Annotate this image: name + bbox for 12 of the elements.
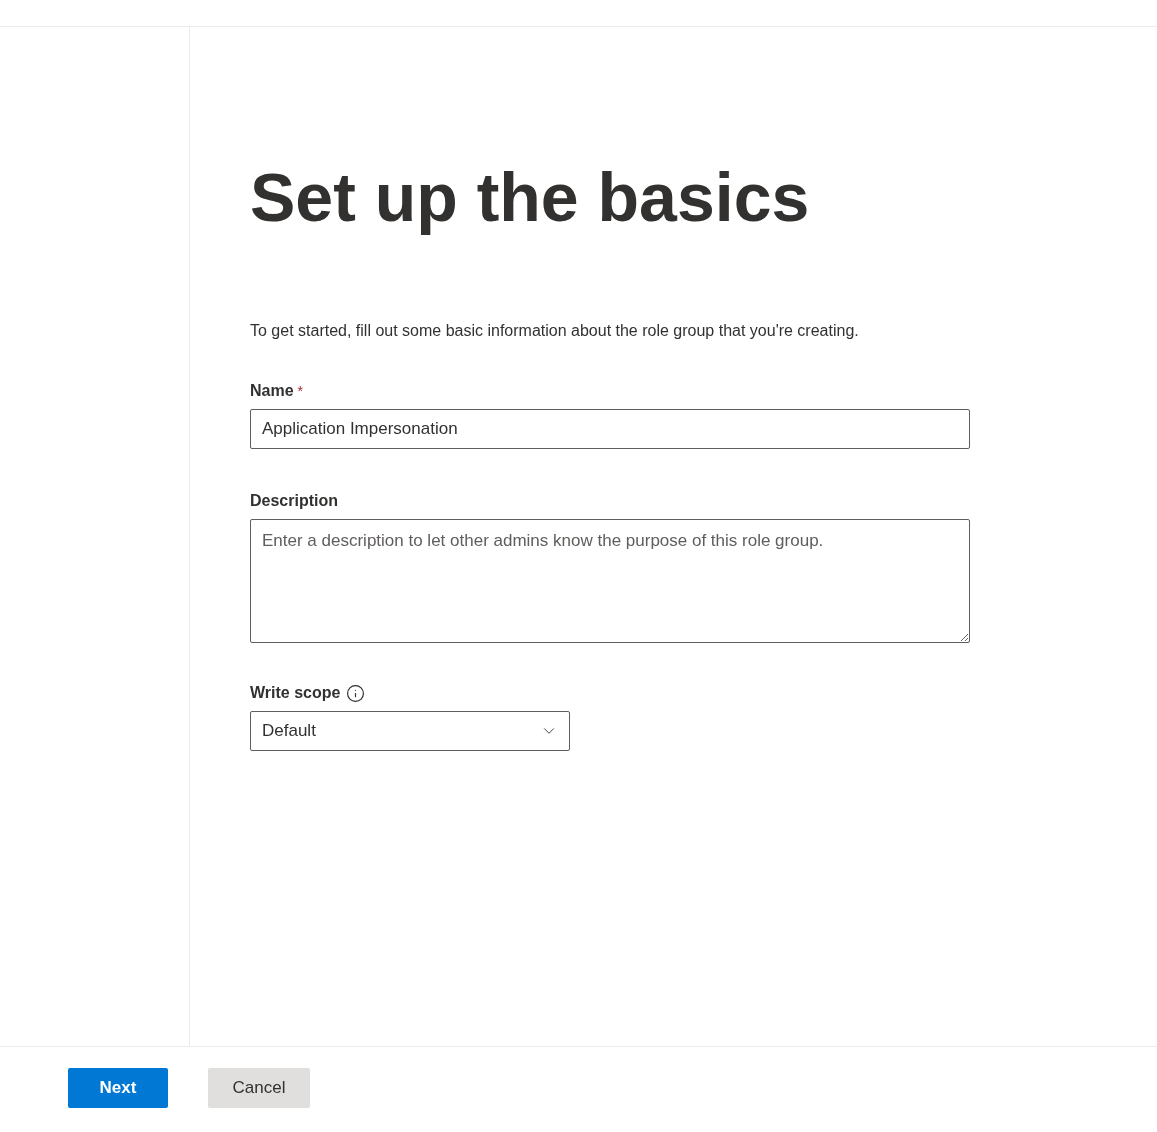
scope-dropdown[interactable]: Default [250, 711, 570, 751]
required-mark: * [297, 382, 304, 401]
field-label: Description [250, 492, 338, 509]
page-title: Set up the basics [250, 158, 810, 237]
cancel-button[interactable]: Cancel [208, 1067, 310, 1108]
field-label: Name [250, 381, 294, 401]
info-icon[interactable] [346, 683, 366, 703]
next-button[interactable]: Next [68, 1067, 168, 1108]
name-field[interactable]: Application Impersonation [250, 409, 970, 449]
description-field[interactable]: Enter a description to let other admins know the purpose of this role group. [250, 519, 970, 643]
intro-text: To get started, fill out some basic information about the role group that you're creating. [250, 321, 859, 341]
field-label: Write scope [250, 683, 341, 703]
